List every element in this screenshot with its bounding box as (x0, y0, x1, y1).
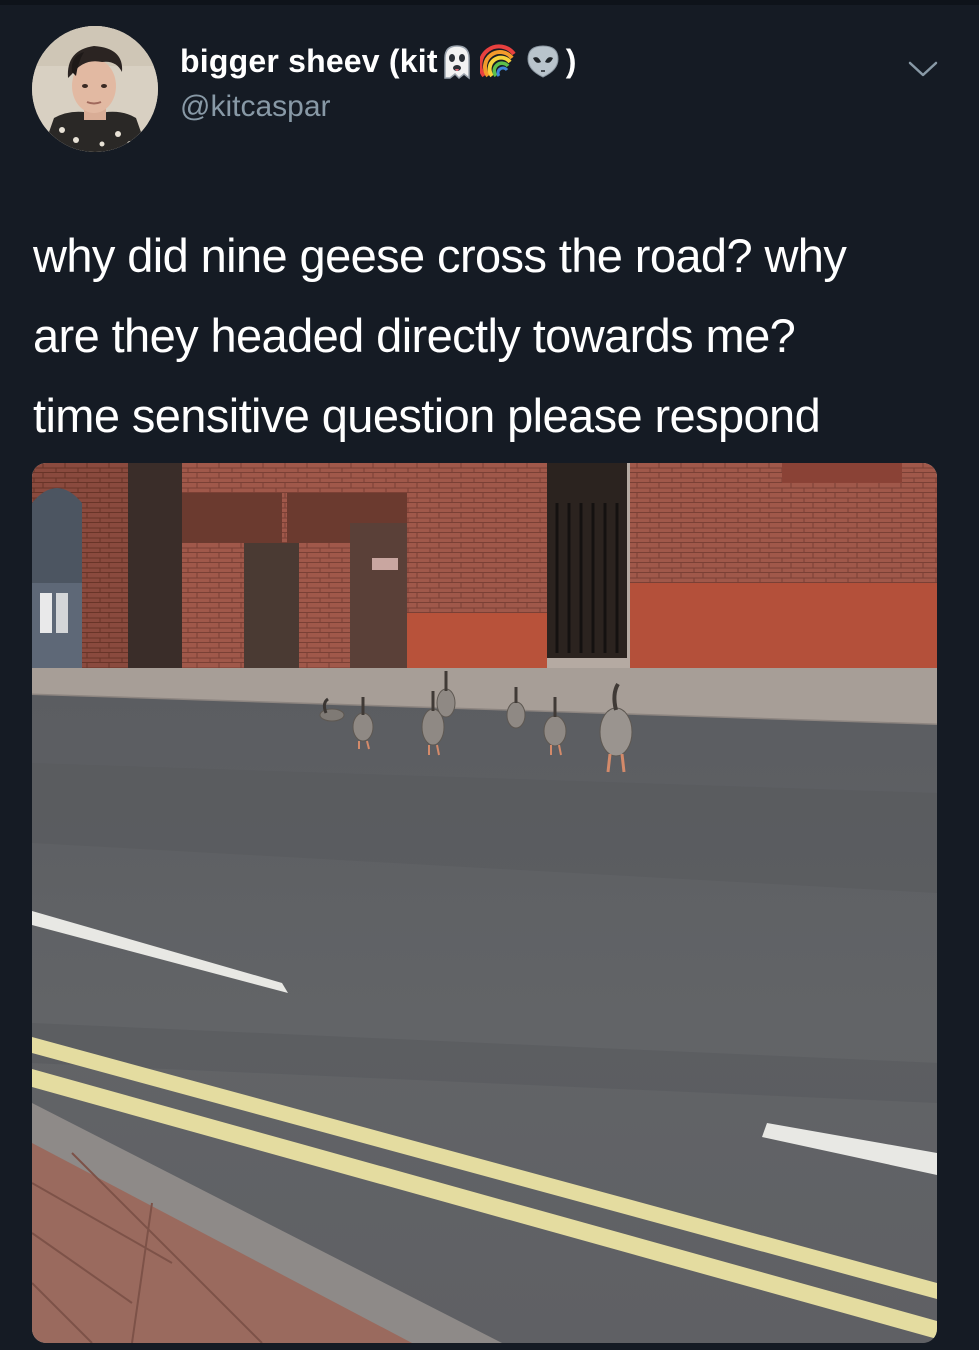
display-name-text: bigger sheev (kit (180, 42, 438, 79)
top-divider (0, 0, 979, 5)
username-handle[interactable]: @kitcaspar (180, 90, 331, 124)
display-name-close: ) (565, 42, 577, 79)
tweet-text-line: are they headed directly towards me? (33, 309, 796, 362)
tweet-text-line: why did nine geese cross the road? why (33, 229, 847, 282)
ghost-icon (443, 45, 470, 80)
avatar-photo (32, 26, 158, 152)
geese-road-photo (32, 463, 937, 1343)
tweet-text-line: time sensitive question please respond (33, 389, 821, 442)
rainbow-icon (479, 44, 516, 78)
tweet-photo[interactable] (32, 463, 937, 1343)
alien-icon (527, 45, 559, 78)
tweet-text: why did nine geese cross the road? why a… (33, 216, 953, 456)
display-name[interactable]: bigger sheev (kit ) (180, 42, 577, 80)
avatar[interactable] (32, 26, 158, 152)
chevron-down-icon[interactable] (904, 56, 942, 82)
